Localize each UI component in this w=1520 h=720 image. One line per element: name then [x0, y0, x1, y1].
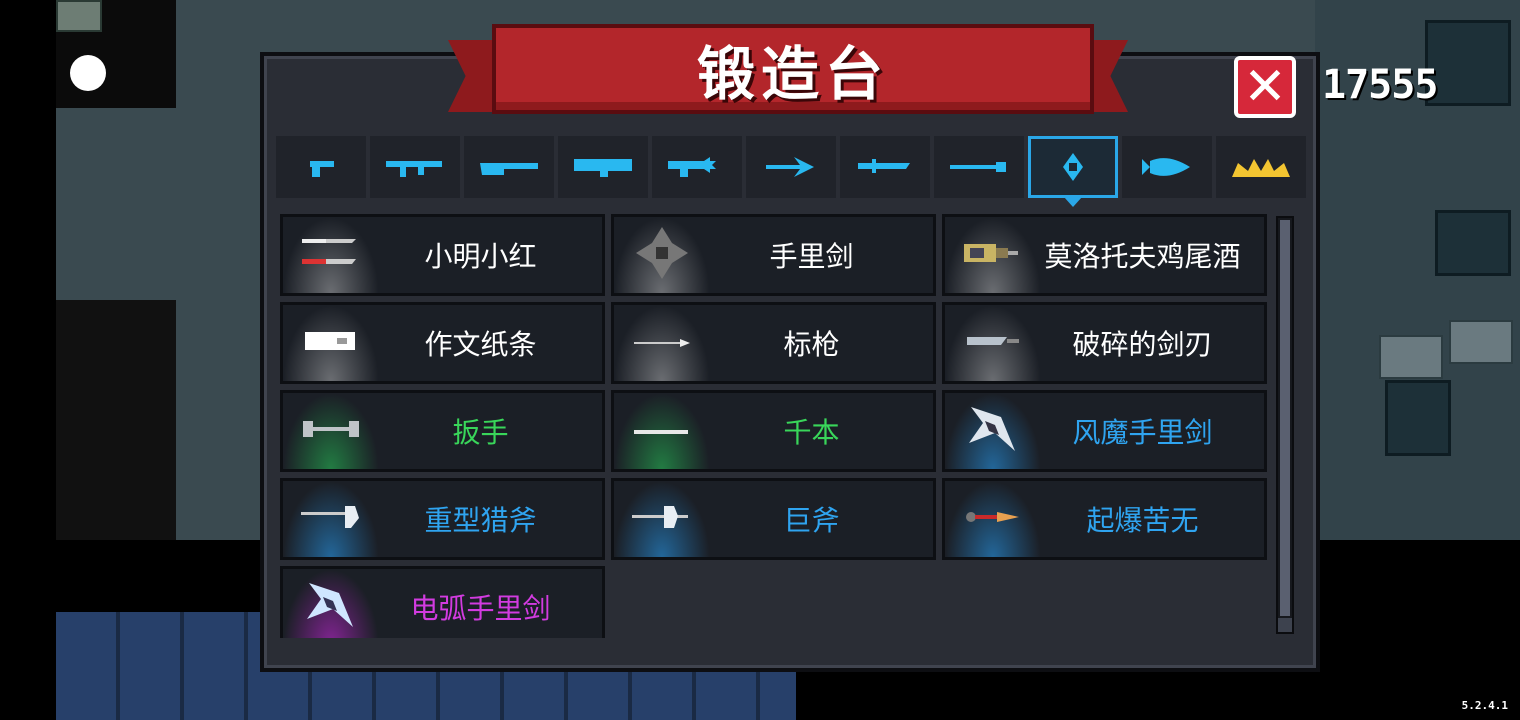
tab-rifle[interactable]: [370, 136, 460, 198]
item-icon-slot: [283, 217, 379, 293]
close-icon: ✕: [1243, 57, 1287, 117]
wrench-icon: [301, 415, 361, 447]
machine-block: [1385, 380, 1451, 456]
item-icon-slot: [945, 481, 1041, 557]
minimap[interactable]: [56, 0, 102, 32]
broken-blade-icon: [963, 331, 1023, 355]
item-icon-slot: [283, 393, 379, 469]
tab-bow[interactable]: [746, 136, 836, 198]
weapon-item[interactable]: 扳手: [280, 390, 605, 472]
scroll-end-cap: [1278, 618, 1292, 632]
giant-axe-icon: [630, 504, 694, 534]
weapon-item[interactable]: 莫洛托夫鸡尾酒: [942, 214, 1267, 296]
item-icon-slot: [614, 217, 710, 293]
tab-launcher[interactable]: [558, 136, 648, 198]
item-icon-slot: [945, 305, 1041, 381]
dark-corridor: [56, 300, 176, 540]
close-button[interactable]: ✕: [1234, 56, 1296, 118]
item-name: 千本: [783, 416, 840, 449]
melee-icon: [858, 159, 910, 173]
item-name: 莫洛托夫鸡尾酒: [1044, 240, 1241, 273]
item-name: 重型猎斧: [424, 504, 537, 537]
item-icon-slot: [614, 481, 710, 557]
item-name: 扳手: [452, 416, 509, 449]
item-name: 破碎的剑刃: [1072, 328, 1213, 361]
molotov-icon: [960, 238, 1026, 272]
joystick-knob[interactable]: [70, 55, 106, 91]
page-title: 锻造台: [696, 40, 889, 108]
weapon-item[interactable]: 重型猎斧: [280, 478, 605, 560]
item-name: 小明小红: [424, 240, 537, 273]
paper-note-icon: [303, 328, 359, 358]
weapon-item[interactable]: 千本: [611, 390, 936, 472]
list-scrollbar[interactable]: [1276, 216, 1294, 634]
item-icon-slot: [614, 393, 710, 469]
gem-count: 17555: [1322, 62, 1438, 108]
fish-icon: [1142, 158, 1190, 176]
item-name: 作文纸条: [424, 328, 537, 361]
item-icon-slot: [614, 305, 710, 381]
explosive-kunai-icon: [963, 509, 1023, 529]
weapon-item[interactable]: 标枪: [611, 302, 936, 384]
weapon-item[interactable]: 手里剑: [611, 214, 936, 296]
machine-block: [1425, 20, 1511, 106]
bow-icon: [766, 157, 814, 177]
item-icon-slot: [283, 481, 379, 557]
shuriken-icon: [632, 223, 692, 287]
scroll-thumb[interactable]: [1280, 220, 1290, 616]
item-icon-slot: [945, 393, 1041, 469]
arc-shuriken-icon: [301, 575, 361, 638]
throwing-icon: [1063, 153, 1083, 181]
weapon-item[interactable]: 破碎的剑刃: [942, 302, 1267, 384]
launcher-icon: [574, 159, 632, 177]
laser-icon: [668, 157, 716, 177]
tab-staff[interactable]: [934, 136, 1024, 198]
item-name: 起爆苦无: [1086, 504, 1199, 537]
tab-fish[interactable]: [1122, 136, 1212, 198]
item-icon-slot: [283, 569, 379, 638]
item-name: 手里剑: [769, 240, 854, 273]
staff-icon: [950, 162, 1006, 172]
tab-throwing[interactable]: [1028, 136, 1118, 198]
item-name: 标枪: [783, 328, 840, 361]
item-name: 风魔手里剑: [1072, 416, 1213, 449]
item-name: 巨斧: [783, 504, 840, 537]
weapon-item[interactable]: 起爆苦无: [942, 478, 1267, 560]
pistol-icon: [310, 161, 334, 177]
tab-pistol[interactable]: [276, 136, 366, 198]
weapon-item[interactable]: 小明小红: [280, 214, 605, 296]
rifle-icon: [386, 161, 442, 177]
tab-laser[interactable]: [652, 136, 742, 198]
crown-icon: [1232, 159, 1290, 177]
item-name: 电弧手里剑: [410, 592, 551, 625]
tab-crown[interactable]: [1216, 136, 1306, 198]
weapon-item[interactable]: 风魔手里剑: [942, 390, 1267, 472]
javelin-icon: [632, 334, 692, 353]
tab-shotgun[interactable]: [464, 136, 554, 198]
fuma-shuriken-icon: [963, 399, 1023, 463]
tab-melee[interactable]: [840, 136, 930, 198]
item-icon-slot: [283, 305, 379, 381]
item-icon-slot: [945, 217, 1041, 293]
category-tabs: [276, 136, 1306, 198]
item-list: 小明小红 手里剑 莫洛托夫鸡尾酒作文纸条 标枪 破碎的剑刃扳手 千本 风魔手里剑重型猎斧 巨斧…: [280, 214, 1270, 638]
shotgun-icon: [480, 163, 538, 175]
weapon-item[interactable]: 电弧手里剑: [280, 566, 605, 638]
version-label: 5.2.4.1: [1461, 699, 1508, 712]
weapon-item[interactable]: 作文纸条: [280, 302, 605, 384]
machine-block: [1435, 210, 1511, 276]
title-banner: 锻造台: [492, 24, 1094, 114]
pipe: [1379, 335, 1443, 379]
heavy-axe-icon: [299, 504, 363, 534]
pipe: [1449, 320, 1513, 364]
twin-knives-icon: [298, 231, 364, 279]
senbon-icon: [632, 422, 692, 441]
weapon-item[interactable]: 巨斧: [611, 478, 936, 560]
